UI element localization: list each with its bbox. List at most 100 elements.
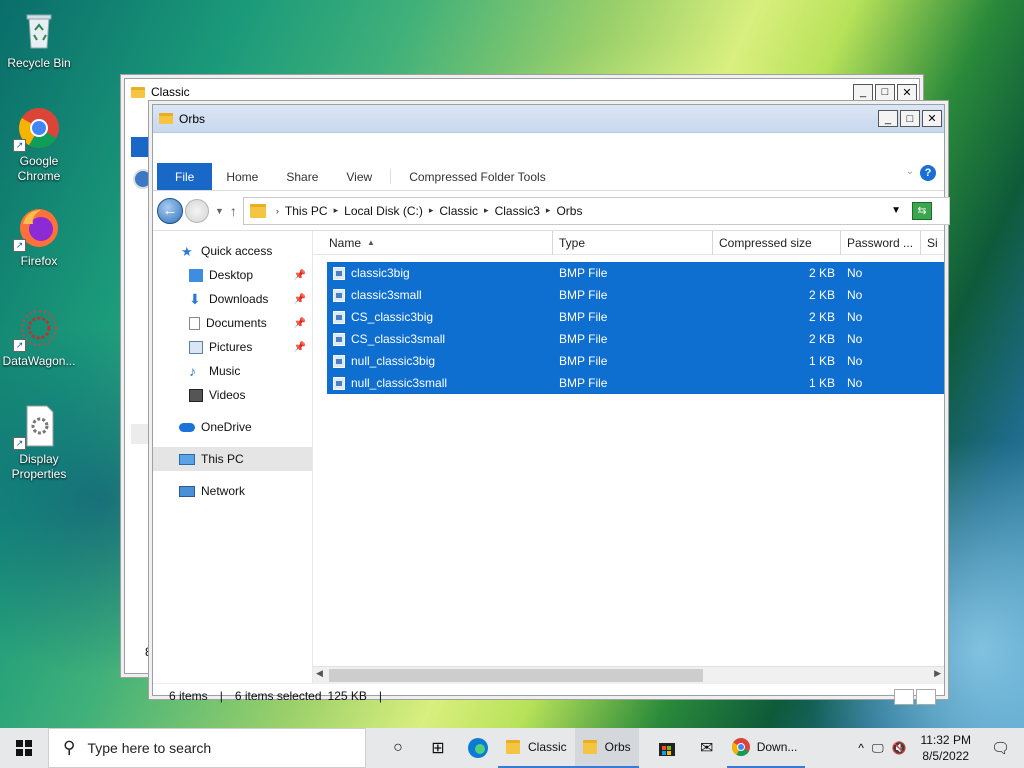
taskbar-app-classic[interactable]: Classic <box>498 728 575 768</box>
taskbar-app-label: Down... <box>756 740 798 754</box>
selected-size: 125 KB <box>327 688 367 703</box>
desktop-icon-label: Recycle Bin <box>7 56 71 70</box>
classic-titlebar[interactable]: Classic _ □ ✕ <box>125 79 919 105</box>
column-header-compressed-size[interactable]: Compressed size <box>713 230 841 255</box>
taskbar-app-label: Orbs <box>604 740 631 754</box>
nav-item-documents[interactable]: Documents 📌 <box>153 311 312 335</box>
ribbon-expand-chevron-icon[interactable]: ⌄ <box>906 166 914 177</box>
tab-home[interactable]: Home <box>212 163 272 190</box>
up-arrow-icon[interactable]: ↑ <box>230 203 237 219</box>
store-icon[interactable] <box>647 728 687 768</box>
breadcrumb-this-pc[interactable]: This PC <box>285 204 328 218</box>
table-row[interactable]: classic3big BMP File 2 KB No <box>327 262 944 284</box>
minimize-button[interactable]: _ <box>878 110 898 127</box>
classic-close-button[interactable]: ✕ <box>897 83 917 101</box>
address-bar[interactable]: › This PC ▸ Local Disk (C:) ▸ Classic ▸ … <box>242 196 950 225</box>
file-type: BMP File <box>559 376 608 390</box>
nav-item-pictures[interactable]: Pictures 📌 <box>153 335 312 359</box>
edge-icon[interactable] <box>458 728 498 768</box>
file-rows: classic3big BMP File 2 KB No classic3sma… <box>327 262 944 394</box>
tab-compressed-folder-tools[interactable]: Compressed Folder Tools <box>395 163 560 190</box>
pin-icon[interactable]: 📌 <box>294 294 306 305</box>
desktop-icon-firefox[interactable]: ↗ Firefox <box>1 206 77 269</box>
address-dropdown-icon[interactable]: ▼ <box>891 205 901 216</box>
navigation-pane: ★ Quick access Desktop 📌 ⬇ Downloads 📌 D… <box>153 231 313 683</box>
scroll-left-arrow-icon[interactable]: ◀ <box>316 668 323 679</box>
mail-icon[interactable]: ✉ <box>687 728 727 768</box>
table-row[interactable]: classic3small BMP File 2 KB No <box>327 284 944 306</box>
nav-item-desktop[interactable]: Desktop 📌 <box>153 263 312 287</box>
column-header-password[interactable]: Password ... <box>841 230 921 255</box>
nav-item-onedrive[interactable]: OneDrive <box>153 415 312 439</box>
tab-share[interactable]: Share <box>272 163 332 190</box>
breadcrumb-local-disk[interactable]: Local Disk (C:) <box>344 204 423 218</box>
breadcrumb-classic[interactable]: Classic <box>439 204 478 218</box>
breadcrumb-classic3[interactable]: Classic3 <box>495 204 540 218</box>
taskbar-app-orbs[interactable]: Orbs <box>574 728 639 768</box>
nav-item-network[interactable]: Network <box>153 479 312 503</box>
table-row[interactable]: CS_classic3small BMP File 2 KB No <box>327 328 944 350</box>
show-hidden-icons-chevron-icon[interactable]: ^ <box>858 741 864 755</box>
breadcrumb-chevron-icon[interactable]: ▸ <box>546 205 551 216</box>
nav-item-music[interactable]: ♪ Music <box>153 359 312 383</box>
start-button[interactable] <box>0 728 48 768</box>
desktop-icon-display-properties[interactable]: ↗ Display Properties <box>1 404 77 482</box>
maximize-button[interactable]: □ <box>900 110 920 127</box>
help-icon[interactable]: ? <box>920 165 936 181</box>
file-list[interactable]: Name ▲ Type Compressed size Password ...… <box>313 230 944 683</box>
nav-item-downloads[interactable]: ⬇ Downloads 📌 <box>153 287 312 311</box>
recent-locations-dropdown-icon[interactable]: ▼ <box>215 206 224 216</box>
scroll-right-arrow-icon[interactable]: ▶ <box>934 668 941 679</box>
details-view-icon[interactable] <box>894 689 914 705</box>
item-count: 6 items <box>169 688 208 703</box>
pin-icon[interactable]: 📌 <box>294 318 306 329</box>
close-button[interactable]: ✕ <box>922 110 942 127</box>
table-row[interactable]: CS_classic3big BMP File 2 KB No <box>327 306 944 328</box>
breadcrumb-chevron-icon[interactable]: ▸ <box>429 205 434 216</box>
folder-icon <box>249 203 266 218</box>
column-header-size[interactable]: Si <box>921 231 939 255</box>
file-name: null_classic3big <box>351 354 436 368</box>
taskbar-app-chrome[interactable]: Down... <box>726 728 806 768</box>
desktop-icon-datawagon[interactable]: ↗ DataWagon... <box>1 306 77 369</box>
classic-minimize-button[interactable]: _ <box>853 83 873 101</box>
breadcrumb-chevron-icon[interactable]: ▸ <box>484 205 489 216</box>
orbs-titlebar[interactable]: Orbs _ □ ✕ <box>153 105 944 133</box>
taskbar-search-box[interactable]: ⚲ Type here to search <box>48 728 366 768</box>
table-row[interactable]: null_classic3big BMP File 1 KB No <box>327 350 944 372</box>
network-status-icon[interactable]: 🖵 <box>872 741 884 756</box>
status-separator: | <box>378 688 383 703</box>
back-arrow-icon[interactable]: ← <box>157 197 183 224</box>
desktop-icon-google-chrome[interactable]: ↗ Google Chrome <box>1 106 77 184</box>
pin-icon[interactable]: 📌 <box>294 342 306 353</box>
large-icons-view-icon[interactable] <box>916 689 936 705</box>
scrollbar-thumb[interactable] <box>329 669 703 682</box>
notifications-icon[interactable]: 🗨 <box>991 739 1010 757</box>
task-view-icon[interactable]: ⊞ <box>418 728 458 768</box>
horizontal-scrollbar[interactable]: ◀ ▶ <box>313 666 944 683</box>
tab-view[interactable]: View <box>332 163 386 190</box>
nav-item-quick-access[interactable]: ★ Quick access <box>153 239 312 263</box>
cortana-icon[interactable]: ○ <box>378 728 418 768</box>
classic-maximize-button[interactable]: □ <box>875 83 895 101</box>
tab-file[interactable]: File <box>157 163 213 190</box>
breadcrumb-orbs[interactable]: Orbs <box>556 204 582 218</box>
forward-arrow-icon[interactable] <box>185 198 209 223</box>
nav-item-videos[interactable]: Videos <box>153 383 312 407</box>
clock[interactable]: 11:32 PM 8/5/2022 <box>910 732 980 764</box>
breadcrumb-chevron-icon[interactable]: ▸ <box>334 205 339 216</box>
column-header-name[interactable]: Name ▲ <box>313 230 553 255</box>
table-row[interactable]: null_classic3small BMP File 1 KB No <box>327 372 944 394</box>
volume-muted-icon[interactable]: 🔇 <box>892 741 907 755</box>
pin-icon[interactable]: 📌 <box>294 270 306 281</box>
file-size: 2 KB <box>808 266 835 280</box>
column-header-type[interactable]: Type <box>553 230 713 255</box>
classic-back-icon[interactable] <box>133 169 153 189</box>
refresh-icon[interactable]: ⇆ <box>912 201 932 220</box>
nav-item-this-pc[interactable]: This PC <box>153 447 312 471</box>
file-name: classic3small <box>351 288 422 302</box>
bmp-file-icon <box>333 266 345 280</box>
desktop-icon-recycle-bin[interactable]: Recycle Bin <box>1 8 77 71</box>
breadcrumb-chevron-icon[interactable]: › <box>276 206 279 216</box>
orbs-window[interactable]: Orbs _ □ ✕ File Home Share View Compress… <box>152 104 950 705</box>
